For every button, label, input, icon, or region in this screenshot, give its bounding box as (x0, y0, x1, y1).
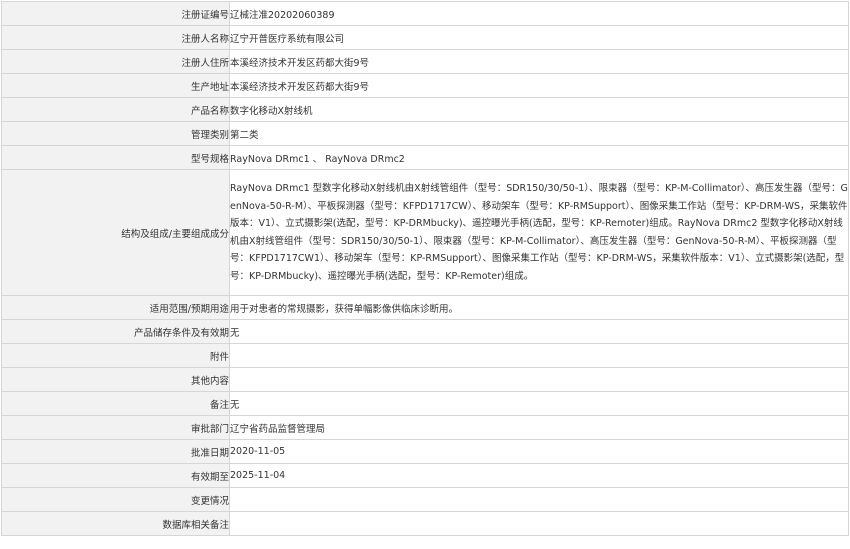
registration-info-table: 注册证编号 辽械注准20202060389 注册人名称 辽宁开普医疗系统有限公司… (1, 1, 849, 536)
row-value (229, 511, 849, 536)
row-value: 本溪经济技术开发区药都大街9号 (229, 73, 849, 98)
table-row: 结构及组成/主要组成成分 RayNova DRmc1 型数字化移动X射线机由X射… (1, 169, 849, 296)
table-row: 生产地址 本溪经济技术开发区药都大街9号 (1, 73, 849, 98)
row-label: 管理类别 (1, 121, 230, 146)
row-label: 生产地址 (1, 73, 230, 98)
row-value: 第二类 (229, 121, 849, 146)
row-value: 用于对患者的常规摄影，获得单幅影像供临床诊断用。 (229, 295, 849, 320)
row-value: 无 (229, 391, 849, 416)
table-row: 产品储存条件及有效期 无 (1, 319, 849, 344)
row-value: RayNova DRmc1 型数字化移动X射线机由X射线管组件（型号：SDR15… (229, 169, 849, 296)
row-value: 无 (229, 319, 849, 344)
row-label: 附件 (1, 343, 230, 368)
row-label: 适用范围/预期用途 (1, 295, 230, 320)
row-label: 结构及组成/主要组成成分 (1, 169, 230, 296)
table-row: 其他内容 (1, 367, 849, 392)
table-row: 有效期至 2025-11-04 (1, 463, 849, 488)
row-label: 数据库相关备注 (1, 511, 230, 536)
row-value: 辽械注准20202060389 (229, 1, 849, 26)
row-label: 变更情况 (1, 487, 230, 512)
table-row: 批准日期 2020-11-05 (1, 439, 849, 464)
table-row: 注册人名称 辽宁开普医疗系统有限公司 (1, 25, 849, 50)
row-label: 批准日期 (1, 439, 230, 464)
row-value: 辽宁省药品监督管理局 (229, 415, 849, 440)
row-value (229, 367, 849, 392)
row-label: 产品储存条件及有效期 (1, 319, 230, 344)
row-label: 注册人住所 (1, 49, 230, 74)
row-label: 有效期至 (1, 463, 230, 488)
table-row: 注册证编号 辽械注准20202060389 (1, 1, 849, 26)
row-label: 审批部门 (1, 415, 230, 440)
row-label: 注册证编号 (1, 1, 230, 26)
table-row: 注册人住所 本溪经济技术开发区药都大街9号 (1, 49, 849, 74)
row-label: 备注 (1, 391, 230, 416)
row-value: 2020-11-05 (229, 439, 849, 464)
table-row: 适用范围/预期用途 用于对患者的常规摄影，获得单幅影像供临床诊断用。 (1, 295, 849, 320)
row-value (229, 343, 849, 368)
row-value: 数字化移动X射线机 (229, 97, 849, 122)
table-row: 型号规格 RayNova DRmc1 、 RayNova DRmc2 (1, 145, 849, 170)
row-label: 型号规格 (1, 145, 230, 170)
table-row: 审批部门 辽宁省药品监督管理局 (1, 415, 849, 440)
row-value: 2025-11-04 (229, 463, 849, 488)
row-label: 产品名称 (1, 97, 230, 122)
table-row: 管理类别 第二类 (1, 121, 849, 146)
row-value: 辽宁开普医疗系统有限公司 (229, 25, 849, 50)
table-row: 备注 无 (1, 391, 849, 416)
table-row: 附件 (1, 343, 849, 368)
row-value: 本溪经济技术开发区药都大街9号 (229, 49, 849, 74)
row-value (229, 487, 849, 512)
row-label: 注册人名称 (1, 25, 230, 50)
table-row: 数据库相关备注 (1, 511, 849, 536)
row-value: RayNova DRmc1 、 RayNova DRmc2 (229, 145, 849, 170)
table-row: 产品名称 数字化移动X射线机 (1, 97, 849, 122)
table-row: 变更情况 (1, 487, 849, 512)
row-label: 其他内容 (1, 367, 230, 392)
